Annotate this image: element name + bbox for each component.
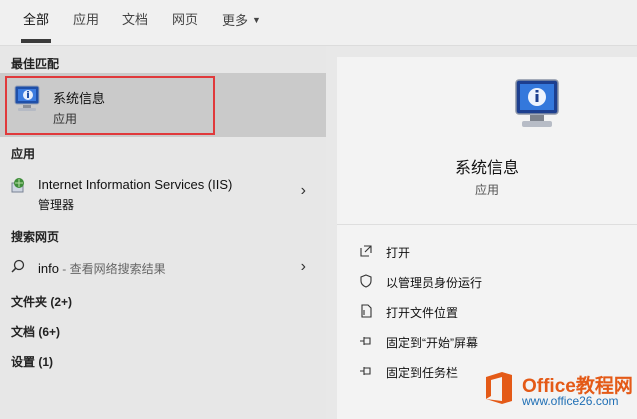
iis-manager-line1[interactable]: Internet Information Services (IIS) xyxy=(38,177,232,192)
folders-category[interactable]: 文件夹 (2+) xyxy=(11,293,72,310)
documents-category[interactable]: 文档 (6+) xyxy=(11,323,60,340)
tab-web[interactable]: 网页 xyxy=(172,12,198,36)
action-pin-to-taskbar-label: 固定到任务栏 xyxy=(386,366,459,380)
file-location-icon xyxy=(361,304,372,318)
office-logo-icon xyxy=(486,372,512,404)
shield-icon xyxy=(360,274,372,288)
iis-manager-icon xyxy=(11,178,24,193)
action-open-label: 打开 xyxy=(386,246,411,260)
web-query-text: info xyxy=(38,261,59,276)
web-query-suffix: - 查看网络搜索结果 xyxy=(58,262,166,276)
search-icon xyxy=(11,259,25,273)
pin-icon xyxy=(360,367,371,375)
action-open-file-location-label: 打开文件位置 xyxy=(386,306,459,320)
tab-apps[interactable]: 应用 xyxy=(73,12,99,36)
action-run-as-admin-label: 以管理员身份运行 xyxy=(386,276,483,290)
search-scope-tabs: 全部 应用 文档 网页 更多 ▼ xyxy=(0,0,637,46)
detail-title: 系统信息 xyxy=(454,160,519,177)
chevron-right-icon[interactable]: › xyxy=(301,258,306,276)
best-match-subtitle: 应用 xyxy=(53,112,78,126)
results-panel: 最佳匹配 系统信息 应用 应用 Internet Information Ser… xyxy=(0,46,326,419)
watermark-url: www.office26.com xyxy=(522,394,619,408)
web-search-heading: 搜索网页 xyxy=(11,230,60,244)
action-pin-to-start-label: 固定到“开始”屏幕 xyxy=(386,336,478,350)
tab-more[interactable]: 更多 ▼ xyxy=(222,12,261,36)
tab-more-label: 更多 xyxy=(222,13,249,28)
open-icon xyxy=(360,245,372,257)
settings-category[interactable]: 设置 (1) xyxy=(11,353,53,370)
system-info-large-icon xyxy=(515,79,559,127)
web-search-result[interactable]: info - 查看网络搜索结果 xyxy=(38,260,166,277)
tab-all[interactable]: 全部 xyxy=(20,12,52,43)
watermark: Office教程网 www.office26.com xyxy=(476,365,637,413)
iis-manager-line2[interactable]: 管理器 xyxy=(38,196,74,213)
tab-documents[interactable]: 文档 xyxy=(122,12,148,36)
best-match-heading: 最佳匹配 xyxy=(11,57,60,71)
system-info-icon xyxy=(14,85,40,111)
best-match-title: 系统信息 xyxy=(53,91,106,106)
detail-header: 系统信息 应用 xyxy=(337,57,637,225)
detail-subtitle: 应用 xyxy=(474,183,499,197)
pin-icon xyxy=(360,337,371,345)
chevron-down-icon: ▼ xyxy=(252,15,261,25)
apps-heading: 应用 xyxy=(11,147,36,161)
